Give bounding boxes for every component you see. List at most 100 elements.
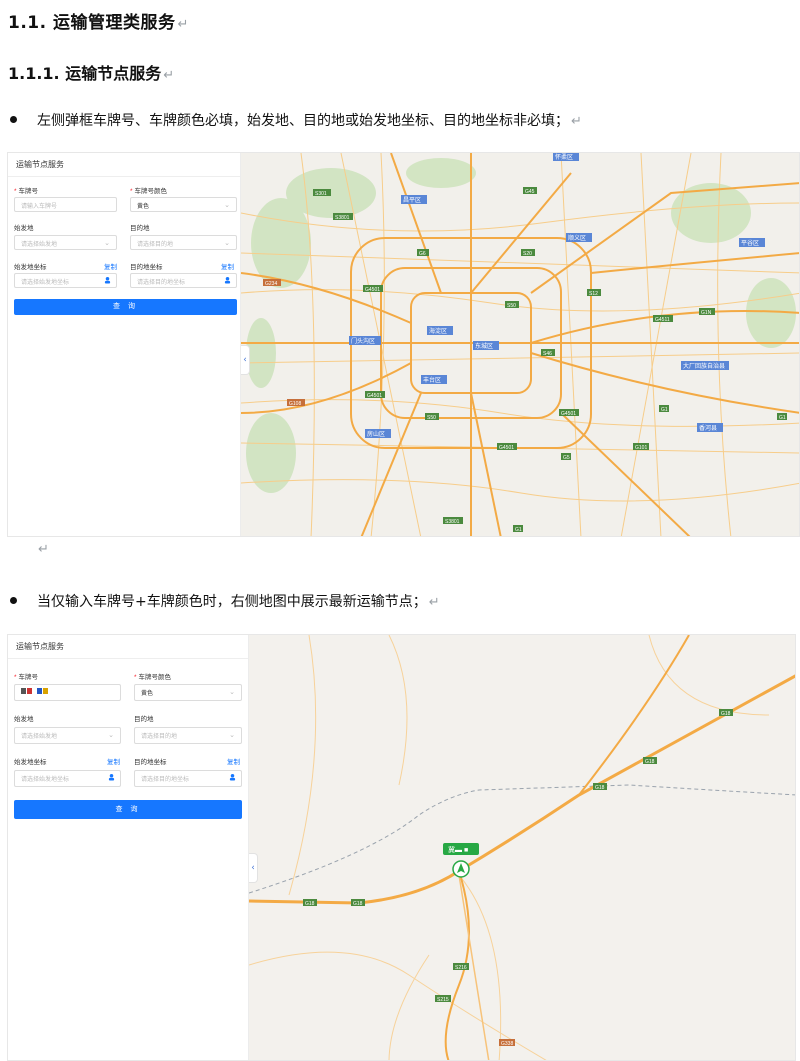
district-label: 门头沟区 bbox=[351, 337, 375, 345]
copy-dest-link[interactable]: 复制 bbox=[221, 261, 234, 271]
vehicle-plate-label: 冀▬ ■ bbox=[448, 845, 468, 854]
road-shield: S20 bbox=[523, 251, 532, 257]
chevron-down-icon: ⌄ bbox=[229, 732, 235, 739]
plate-color-select[interactable]: 黄色 ⌄ bbox=[130, 197, 237, 212]
plate-color-select[interactable]: 黄色 ⌄ bbox=[134, 684, 242, 701]
chevron-down-icon: ⌄ bbox=[224, 240, 230, 247]
collapse-panel-button[interactable]: ‹ bbox=[241, 345, 250, 375]
road-shield: G4501 bbox=[367, 393, 382, 399]
heading-2-text: 1.1.1. 运输节点服务 bbox=[8, 64, 162, 83]
road-shield: S50 bbox=[507, 303, 516, 309]
dest-select[interactable]: 请选择目的地 ⌄ bbox=[134, 727, 242, 744]
chevron-down-icon: ⌄ bbox=[104, 240, 110, 247]
road-shield: S215 bbox=[437, 997, 449, 1003]
origin-coord-label: 始发地坐标 bbox=[14, 264, 47, 271]
district-label: 平谷区 bbox=[741, 239, 759, 247]
district-label: 怀柔区 bbox=[555, 153, 573, 161]
dest-coord-input[interactable]: 请选择目的地坐标 bbox=[130, 273, 237, 288]
bullet-item-2: 当仅输入车牌号+车牌颜色时，右侧地图中展示最新运输节点； ↵ bbox=[10, 591, 440, 611]
collapse-panel-button[interactable]: ‹ bbox=[249, 853, 258, 883]
map-view-route[interactable]: G18 G18 G18 G18 G18 S216 S215 G338 冀▬ ■ … bbox=[249, 635, 795, 1060]
road-shield: G338 bbox=[501, 1041, 513, 1047]
screenshot-1: 运输节点服务 * 车牌号 * 车牌号颜色 请输入车牌号 黄色 ⌄ 始发地 目的地 请选… bbox=[7, 152, 800, 537]
query-button[interactable]: 查 询 bbox=[14, 800, 242, 819]
road-shield: S3801 bbox=[445, 519, 460, 525]
origin-label: 始发地 bbox=[14, 716, 34, 723]
road-shield: G1 bbox=[661, 407, 668, 413]
road-shield: G4501 bbox=[561, 411, 576, 417]
query-panel: 运输节点服务 * 车牌号 * 车牌号颜色 黄色 ⌄ 始发地 目的地 请选择始发地 ⌄ 请… bbox=[8, 635, 249, 1060]
bullet-text: 当仅输入车牌号+车牌颜色时，右侧地图中展示最新运输节点； bbox=[37, 594, 427, 610]
road-shield: G18 bbox=[645, 759, 655, 765]
road-shield: G4501 bbox=[499, 445, 514, 451]
road-shield: G18 bbox=[353, 901, 363, 907]
bullet-text: 左侧弹框车牌号、车牌颜色必填，始发地、目的地或始发地坐标、目的地坐标非必填； bbox=[37, 113, 569, 129]
copy-dest-link[interactable]: 复制 bbox=[227, 756, 240, 766]
district-label: 海淀区 bbox=[429, 327, 447, 335]
district-label: 昌平区 bbox=[403, 197, 421, 204]
chevron-down-icon: ⌄ bbox=[229, 689, 235, 696]
dest-label: 目的地 bbox=[130, 225, 150, 232]
heading-1: 1.1. 运输管理类服务 ↵ bbox=[8, 8, 189, 33]
road-shield: S12 bbox=[589, 291, 598, 297]
person-pin-icon[interactable] bbox=[104, 276, 111, 284]
road-shield: S50 bbox=[427, 415, 436, 421]
road-shield: G1 bbox=[779, 415, 786, 421]
road-shield: G4511 bbox=[655, 317, 670, 323]
road-shield: G5 bbox=[563, 455, 570, 461]
person-pin-icon[interactable] bbox=[229, 773, 236, 781]
origin-select[interactable]: 请选择始发地 ⌄ bbox=[14, 235, 117, 250]
district-label: 大厂回族自治县 bbox=[683, 362, 725, 370]
map-canvas[interactable]: 昌平区 顺义区 平谷区 门头沟区 海淀区 东城区 丰台区 大厂回族自治县 房山区… bbox=[241, 153, 799, 536]
district-label: 房山区 bbox=[367, 430, 385, 438]
road-shield: S216 bbox=[455, 965, 467, 971]
bullet-dot bbox=[10, 596, 17, 604]
road-shield: G6 bbox=[419, 251, 426, 257]
road-shield: G1 bbox=[515, 527, 522, 533]
district-label: 顺义区 bbox=[568, 235, 586, 242]
heading-1-text: 1.1. 运输管理类服务 bbox=[8, 13, 176, 33]
origin-coord-input[interactable]: 请选择始发地坐标 bbox=[14, 770, 121, 787]
district-label: 东城区 bbox=[475, 342, 493, 350]
query-panel: 运输节点服务 * 车牌号 * 车牌号颜色 请输入车牌号 黄色 ⌄ 始发地 目的地 请选… bbox=[8, 153, 241, 536]
origin-coord-input[interactable]: 请选择始发地坐标 bbox=[14, 273, 117, 288]
plate-label: * 车牌号 bbox=[14, 674, 39, 681]
origin-select[interactable]: 请选择始发地 ⌄ bbox=[14, 727, 121, 744]
panel-title: 运输节点服务 bbox=[8, 153, 240, 177]
map-canvas[interactable]: G18 G18 G18 G18 G18 S216 S215 G338 冀▬ ■ bbox=[249, 635, 795, 1060]
origin-label: 始发地 bbox=[14, 225, 34, 232]
person-pin-icon[interactable] bbox=[108, 773, 115, 781]
road-shield: G4501 bbox=[365, 287, 380, 293]
road-shield: G234 bbox=[265, 281, 277, 287]
plate-label: * 车牌号 bbox=[14, 188, 39, 195]
road-shield: G108 bbox=[289, 401, 301, 407]
copy-origin-link[interactable]: 复制 bbox=[107, 756, 120, 766]
road-shield: G18 bbox=[595, 785, 605, 791]
plate-color-label: * 车牌号颜色 bbox=[134, 674, 172, 681]
road-shield: G18 bbox=[721, 711, 731, 717]
return-mark: ↵ bbox=[177, 17, 189, 32]
plate-input[interactable]: 请输入车牌号 bbox=[14, 197, 117, 212]
road-shield: G18 bbox=[305, 901, 315, 907]
road-shield: S46 bbox=[543, 351, 552, 357]
person-pin-icon[interactable] bbox=[224, 276, 231, 284]
heading-2: 1.1.1. 运输节点服务 ↵ bbox=[8, 60, 174, 84]
road-shield: G101 bbox=[635, 445, 647, 451]
return-mark: ↵ bbox=[428, 595, 440, 610]
dest-label: 目的地 bbox=[134, 716, 154, 723]
dest-coord-label: 目的地坐标 bbox=[134, 759, 167, 766]
dest-select[interactable]: 请选择目的地 ⌄ bbox=[130, 235, 237, 250]
district-label: 丰台区 bbox=[423, 376, 441, 384]
screenshot-2: 运输节点服务 * 车牌号 * 车牌号颜色 黄色 ⌄ 始发地 目的地 请选择始发地 ⌄ 请… bbox=[7, 634, 796, 1061]
query-button[interactable]: 查 询 bbox=[14, 299, 237, 315]
copy-origin-link[interactable]: 复制 bbox=[104, 261, 117, 271]
road-shield: S3801 bbox=[335, 215, 350, 221]
plate-color-label: * 车牌号颜色 bbox=[130, 188, 168, 195]
map-view-beijing[interactable]: 昌平区 顺义区 平谷区 门头沟区 海淀区 东城区 丰台区 大厂回族自治县 房山区… bbox=[241, 153, 799, 536]
plate-input[interactable] bbox=[14, 684, 121, 701]
dest-coord-input[interactable]: 请选择目的地坐标 bbox=[134, 770, 242, 787]
return-mark: ↵ bbox=[163, 68, 175, 83]
road-shield: G45 bbox=[525, 189, 535, 195]
chevron-down-icon: ⌄ bbox=[108, 732, 114, 739]
dest-coord-label: 目的地坐标 bbox=[130, 264, 163, 271]
